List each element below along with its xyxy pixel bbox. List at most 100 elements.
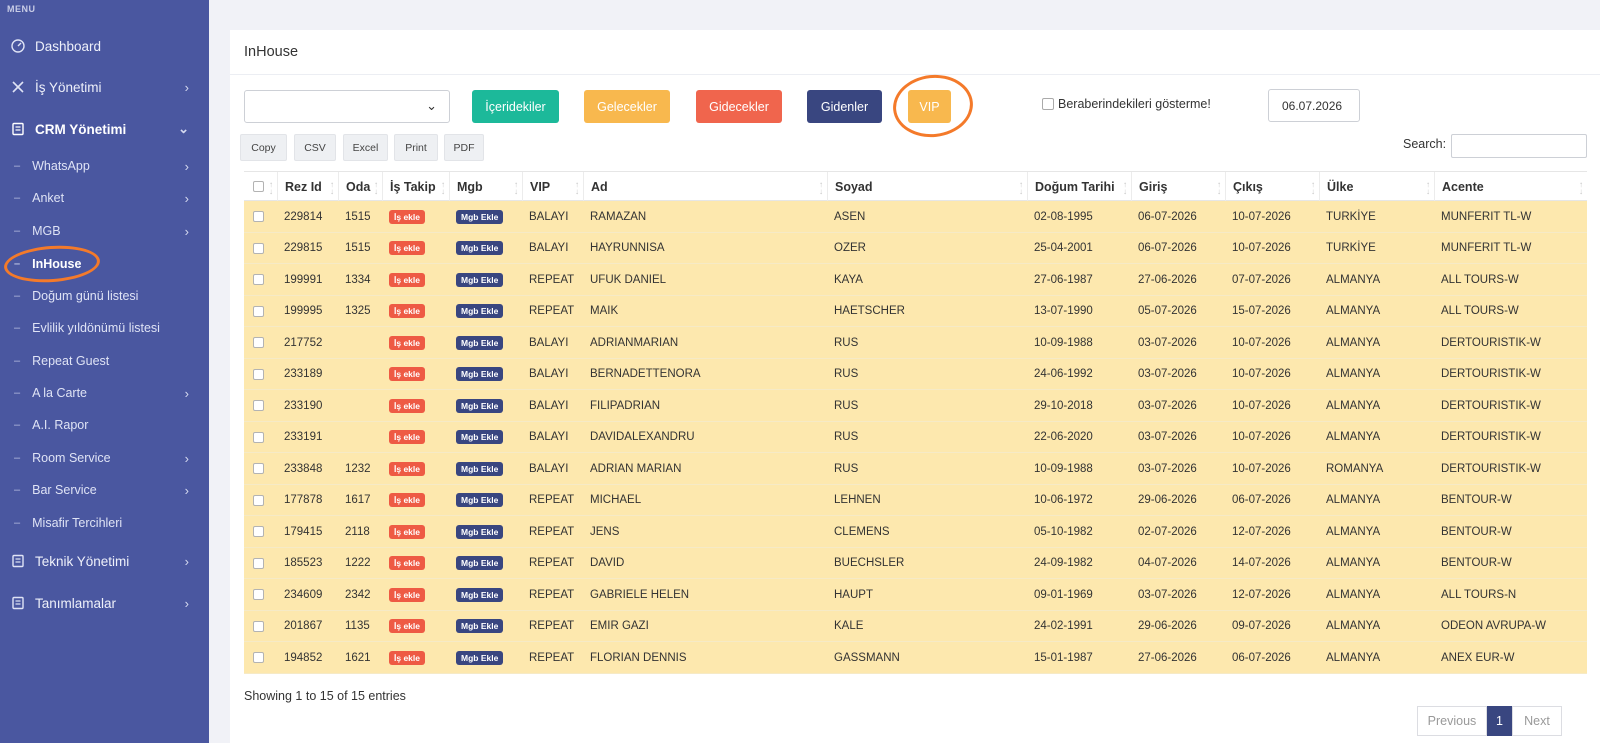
previous-button[interactable]: Previous [1417, 706, 1487, 736]
col-giris-header[interactable]: Giriş ↑ ↓ [1131, 172, 1225, 202]
sidebar-item-bar-service[interactable]: – Bar Service › [0, 480, 209, 500]
table-row[interactable]: 177878 1617 İş ekle Mgb Ekle REPEAT MICHAEL LE… [244, 484, 1587, 516]
row-checkbox[interactable] [253, 494, 264, 506]
col-ulke-header[interactable]: Ülke ↑ ↓ [1319, 172, 1434, 202]
mgb-ekle-badge[interactable]: Mgb Ekle [456, 241, 504, 256]
col-vip-header[interactable]: VIP ↑ ↓ [522, 172, 583, 202]
table-row[interactable]: 233191 İş ekle Mgb Ekle BALAYI DAVIDALEXANDR… [244, 421, 1587, 453]
table-row[interactable]: 233189 İş ekle Mgb Ekle BALAYI BERNADETTENOR… [244, 358, 1587, 390]
row-checkbox[interactable] [253, 589, 264, 600]
sidebar-item-inhouse[interactable]: – InHouse [0, 254, 209, 274]
select-all-header[interactable]: ↑ ↓ [244, 172, 277, 202]
excel-button[interactable]: Excel [343, 134, 388, 161]
is-ekle-badge[interactable]: İş ekle [389, 398, 425, 413]
row-checkbox[interactable] [253, 337, 264, 348]
is-ekle-badge[interactable]: İş ekle [389, 650, 425, 665]
sidebar-item-anket[interactable]: – Anket › [0, 188, 209, 208]
mgb-ekle-badge[interactable]: Mgb Ekle [456, 619, 504, 634]
is-ekle-badge[interactable]: İş ekle [389, 430, 425, 445]
is-ekle-badge[interactable]: İş ekle [389, 209, 425, 224]
sidebar-item-whatsapp[interactable]: – WhatsApp › [0, 156, 209, 176]
row-checkbox[interactable] [253, 400, 264, 411]
print-button[interactable]: Print [394, 134, 438, 161]
table-row[interactable]: 194852 1621 İş ekle Mgb Ekle REPEAT FLORIAN D… [244, 642, 1587, 674]
row-checkbox[interactable] [253, 274, 264, 285]
is-ekle-badge[interactable]: İş ekle [389, 461, 425, 476]
col-mgb-header[interactable]: Mgb ↑ ↓ [449, 172, 522, 202]
row-checkbox[interactable] [253, 368, 264, 380]
select-all-checkbox[interactable] [253, 181, 264, 192]
row-checkbox[interactable] [253, 463, 264, 474]
sidebar-item-room-service[interactable]: – Room Service › [0, 448, 209, 468]
col-oda-header[interactable]: Oda ↑ ↓ [338, 172, 382, 202]
mgb-ekle-badge[interactable]: Mgb Ekle [456, 335, 504, 350]
sidebar-item-mgb[interactable]: – MGB › [0, 221, 209, 241]
is-ekle-badge[interactable]: İş ekle [389, 556, 425, 571]
sidebar-item-dogum-gunu[interactable]: – Doğum günü listesi [0, 286, 209, 306]
search-input[interactable] [1451, 134, 1587, 158]
sidebar-item-a-la-carte[interactable]: – A la Carte › [0, 383, 209, 403]
sidebar-item-misafir-tercihleri[interactable]: – Misafir Tercihleri [0, 513, 209, 533]
beraberindekileri-checkbox[interactable]: Beraberindekileri gösterme! [1042, 97, 1211, 111]
row-checkbox[interactable] [253, 431, 264, 443]
mgb-ekle-badge[interactable]: Mgb Ekle [456, 524, 504, 539]
table-row[interactable]: 201867 1135 İş ekle Mgb Ekle REPEAT EMIR GAZI… [244, 610, 1587, 642]
sidebar-item-ai-rapor[interactable]: – A.I. Rapor [0, 415, 209, 435]
sidebar-item-is-yonetimi[interactable]: İş Yönetimi › [0, 77, 209, 97]
is-ekle-badge[interactable]: İş ekle [389, 619, 425, 634]
mgb-ekle-badge[interactable]: Mgb Ekle [456, 430, 504, 445]
row-checkbox[interactable] [253, 211, 264, 222]
table-row[interactable]: 234609 2342 İş ekle Mgb Ekle REPEAT GABRIELE … [244, 579, 1587, 611]
col-rez-id-header[interactable]: Rez Id ↑ ↓ [277, 172, 338, 202]
table-row[interactable]: 233848 1232 İş ekle Mgb Ekle BALAYI ADRIAN MA… [244, 453, 1587, 485]
sidebar-item-tanimlamalar[interactable]: Tanımlamalar › [0, 593, 209, 613]
mgb-ekle-badge[interactable]: Mgb Ekle [456, 398, 504, 413]
sidebar-item-evlilik[interactable]: – Evlilik yıldönümü listesi [0, 318, 209, 338]
mgb-ekle-badge[interactable]: Mgb Ekle [456, 493, 504, 508]
mgb-ekle-badge[interactable]: Mgb Ekle [456, 461, 504, 476]
table-row[interactable]: 199995 1325 İş ekle Mgb Ekle REPEAT MAIK HAETS… [244, 295, 1587, 327]
sidebar-item-repeat-guest[interactable]: – Repeat Guest [0, 351, 209, 371]
col-ad-header[interactable]: Ad ↑ ↓ [583, 172, 827, 202]
gelecekler-button[interactable]: Gelecekler [584, 90, 670, 123]
table-row[interactable]: 185523 1222 İş ekle Mgb Ekle REPEAT DAVID BUEC… [244, 547, 1587, 579]
col-cikis-header[interactable]: Çıkış ↑ ↓ [1225, 172, 1319, 202]
row-checkbox[interactable] [253, 305, 264, 317]
copy-button[interactable]: Copy [240, 134, 287, 161]
pdf-button[interactable]: PDF [444, 134, 484, 161]
page-1-button[interactable]: 1 [1487, 706, 1512, 736]
row-checkbox[interactable] [253, 652, 264, 663]
sidebar-item-dashboard[interactable]: Dashboard [0, 36, 209, 56]
is-ekle-badge[interactable]: İş ekle [389, 587, 425, 602]
mgb-ekle-badge[interactable]: Mgb Ekle [456, 556, 504, 571]
is-ekle-badge[interactable]: İş ekle [389, 367, 425, 382]
is-ekle-badge[interactable]: İş ekle [389, 241, 425, 256]
mgb-ekle-badge[interactable]: Mgb Ekle [456, 587, 504, 602]
row-checkbox[interactable] [253, 620, 264, 632]
mgb-ekle-badge[interactable]: Mgb Ekle [456, 272, 504, 287]
mgb-ekle-badge[interactable]: Mgb Ekle [456, 367, 504, 382]
mgb-ekle-badge[interactable]: Mgb Ekle [456, 304, 504, 319]
col-dogum-tarihi-header[interactable]: Doğum Tarihi ↑ ↓ [1027, 172, 1131, 202]
vip-button[interactable]: VIP [908, 90, 951, 123]
next-button[interactable]: Next [1512, 706, 1562, 736]
is-ekle-badge[interactable]: İş ekle [389, 304, 425, 319]
col-is-takip-header[interactable]: İş Takip ↑ ↓ [382, 172, 449, 202]
mgb-ekle-badge[interactable]: Mgb Ekle [456, 650, 504, 665]
table-row[interactable]: 199991 1334 İş ekle Mgb Ekle REPEAT UFUK DANI… [244, 264, 1587, 296]
csv-button[interactable]: CSV [294, 134, 336, 161]
row-checkbox[interactable] [253, 557, 264, 569]
filter-select[interactable]: ⌄ [244, 90, 450, 123]
row-checkbox[interactable] [253, 242, 264, 254]
is-ekle-badge[interactable]: İş ekle [389, 335, 425, 350]
col-acente-header[interactable]: Acente ↑ ↓ [1434, 172, 1587, 202]
gidenler-button[interactable]: Gidenler [807, 90, 882, 123]
gidecekler-button[interactable]: Gidecekler [696, 90, 782, 123]
iceridekiler-button[interactable]: İçeridekiler [472, 90, 559, 123]
date-input[interactable]: 06.07.2026 [1268, 89, 1360, 122]
table-row[interactable]: 179415 2118 İş ekle Mgb Ekle REPEAT JENS CLEME… [244, 516, 1587, 548]
row-checkbox[interactable] [253, 526, 264, 537]
table-row[interactable]: 229815 1515 İş ekle Mgb Ekle BALAYI HAYRUNNIS… [244, 232, 1587, 264]
table-row[interactable]: 233190 İş ekle Mgb Ekle BALAYI FILIPADRIAN RU… [244, 390, 1587, 422]
mgb-ekle-badge[interactable]: Mgb Ekle [456, 209, 504, 224]
